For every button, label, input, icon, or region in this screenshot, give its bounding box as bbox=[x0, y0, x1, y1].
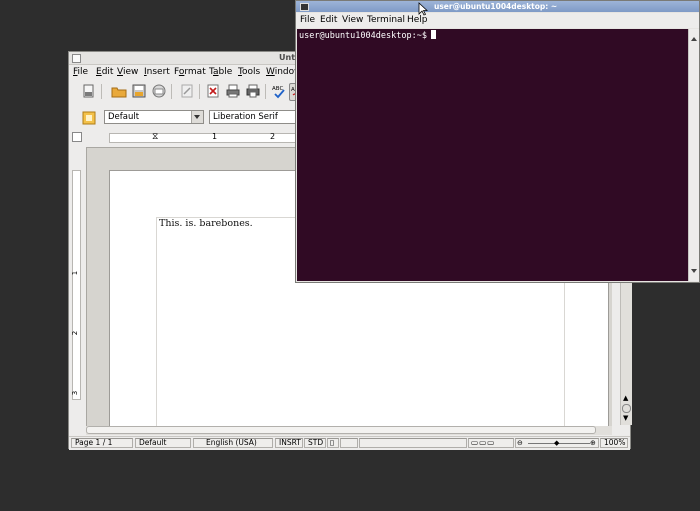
indent-marker-icon[interactable]: ⧖ bbox=[152, 132, 158, 142]
status-info-field bbox=[359, 438, 467, 448]
menu-mnemonic: o bbox=[178, 67, 185, 77]
save-icon[interactable] bbox=[131, 83, 147, 99]
svg-text:ABC: ABC bbox=[272, 86, 283, 92]
paragraph-style-combo[interactable]: Default bbox=[104, 110, 204, 124]
horizontal-scrollbar[interactable] bbox=[86, 426, 612, 435]
menu-edit[interactable]: Edit bbox=[96, 66, 113, 78]
menu-view[interactable]: View bbox=[117, 66, 138, 78]
ruler-number: 1 bbox=[71, 270, 80, 276]
status-bar: Page 1 / 1 Default English (USA) INSRT S… bbox=[69, 436, 630, 450]
scroll-up-icon[interactable]: ▲ bbox=[623, 394, 628, 402]
status-insert-mode[interactable]: INSRT bbox=[275, 438, 303, 448]
terminal-menu-help[interactable]: Help bbox=[407, 15, 428, 26]
new-document-icon[interactable] bbox=[81, 83, 97, 99]
zoom-slider[interactable]: ⊖ ◆ ⊕ bbox=[515, 438, 599, 448]
menu-mnemonic: E bbox=[96, 67, 102, 77]
terminal-menu-file[interactable]: File bbox=[300, 15, 315, 26]
terminal-prompt[interactable]: user@ubuntu1004desktop:~$ bbox=[299, 30, 436, 41]
menu-mnemonic: T bbox=[238, 67, 242, 77]
email-icon[interactable] bbox=[151, 83, 167, 99]
open-folder-icon[interactable] bbox=[111, 83, 127, 99]
terminal-window-icon[interactable] bbox=[300, 3, 309, 11]
document-text[interactable]: This. is. barebones. bbox=[159, 218, 253, 229]
scroll-up-icon[interactable] bbox=[691, 37, 697, 41]
edit-file-icon[interactable] bbox=[179, 83, 195, 99]
menu-insert[interactable]: Insert bbox=[144, 66, 170, 78]
chevron-down-icon[interactable] bbox=[191, 111, 203, 123]
menu-format[interactable]: Format bbox=[174, 66, 206, 78]
terminal-menubar: File Edit View Terminal Help bbox=[296, 13, 699, 28]
styles-icon[interactable] bbox=[81, 110, 97, 126]
ruler-number: 2 bbox=[71, 330, 80, 336]
print-preview-icon[interactable] bbox=[245, 83, 261, 99]
digital-signature-icon[interactable]: ▯ bbox=[327, 438, 339, 448]
terminal-menu-edit[interactable]: Edit bbox=[320, 15, 337, 26]
vertical-ruler[interactable]: 1 2 3 bbox=[71, 170, 81, 400]
terminal-title-text: user@ubuntu1004desktop: ~ bbox=[434, 2, 558, 11]
menu-file[interactable]: File bbox=[73, 66, 88, 78]
toolbar-separator bbox=[171, 84, 172, 99]
menu-tools[interactable]: Tools bbox=[238, 66, 260, 78]
export-pdf-icon[interactable] bbox=[205, 83, 221, 99]
ruler-number: 2 bbox=[270, 132, 276, 141]
menu-mnemonic: F bbox=[73, 67, 78, 77]
status-zoom[interactable]: 100% bbox=[600, 438, 628, 448]
horizontal-scroll-thumb[interactable] bbox=[86, 426, 596, 434]
font-name-value: Liberation Serif bbox=[213, 112, 278, 122]
writer-window-icon[interactable] bbox=[72, 54, 81, 63]
menu-mnemonic: I bbox=[144, 67, 147, 77]
tab-stop-selector[interactable] bbox=[72, 132, 82, 142]
print-icon[interactable] bbox=[225, 83, 241, 99]
spellcheck-icon[interactable]: ABC bbox=[271, 83, 287, 99]
zoom-handle-icon[interactable]: ◆ bbox=[554, 439, 559, 447]
terminal-window: user@ubuntu1004desktop: ~ File Edit View… bbox=[295, 0, 700, 283]
menu-table[interactable]: Table bbox=[209, 66, 232, 78]
scroll-down-icon[interactable]: ▼ bbox=[623, 414, 628, 422]
status-style[interactable]: Default bbox=[135, 438, 191, 448]
paragraph-style-value: Default bbox=[108, 112, 140, 122]
menu-mnemonic: W bbox=[266, 67, 275, 77]
menu-mnemonic: V bbox=[117, 67, 123, 77]
toolbar-separator bbox=[199, 84, 200, 99]
terminal-output[interactable]: user@ubuntu1004desktop:~$ bbox=[297, 29, 688, 281]
status-selection-mode[interactable]: STD bbox=[304, 438, 326, 448]
terminal-menu-view[interactable]: View bbox=[342, 15, 363, 26]
font-name-combo[interactable]: Liberation Serif bbox=[209, 110, 299, 124]
zoom-in-icon[interactable]: ⊕ bbox=[590, 439, 596, 447]
status-language[interactable]: English (USA) bbox=[193, 438, 273, 448]
zoom-out-icon[interactable]: ⊖ bbox=[517, 439, 523, 447]
terminal-titlebar[interactable]: user@ubuntu1004desktop: ~ bbox=[296, 1, 699, 12]
status-empty-field bbox=[340, 438, 358, 448]
menu-mnemonic: a bbox=[213, 67, 219, 77]
toolbar-separator bbox=[101, 84, 102, 99]
status-page[interactable]: Page 1 / 1 bbox=[71, 438, 133, 448]
navigator-icon[interactable] bbox=[622, 404, 631, 413]
terminal-scrollbar[interactable] bbox=[688, 29, 699, 281]
mouse-pointer-icon bbox=[418, 2, 428, 16]
prompt-text: user@ubuntu1004desktop:~$ bbox=[299, 31, 427, 41]
ruler-number: 1 bbox=[212, 132, 218, 141]
toolbar-separator bbox=[265, 84, 266, 99]
text-cursor bbox=[430, 30, 436, 39]
ruler-number: 3 bbox=[71, 390, 80, 396]
terminal-menu-terminal[interactable]: Terminal bbox=[367, 15, 405, 26]
scroll-down-icon[interactable] bbox=[691, 269, 697, 273]
view-layout-icon[interactable]: ▭▭▭ bbox=[468, 438, 514, 448]
